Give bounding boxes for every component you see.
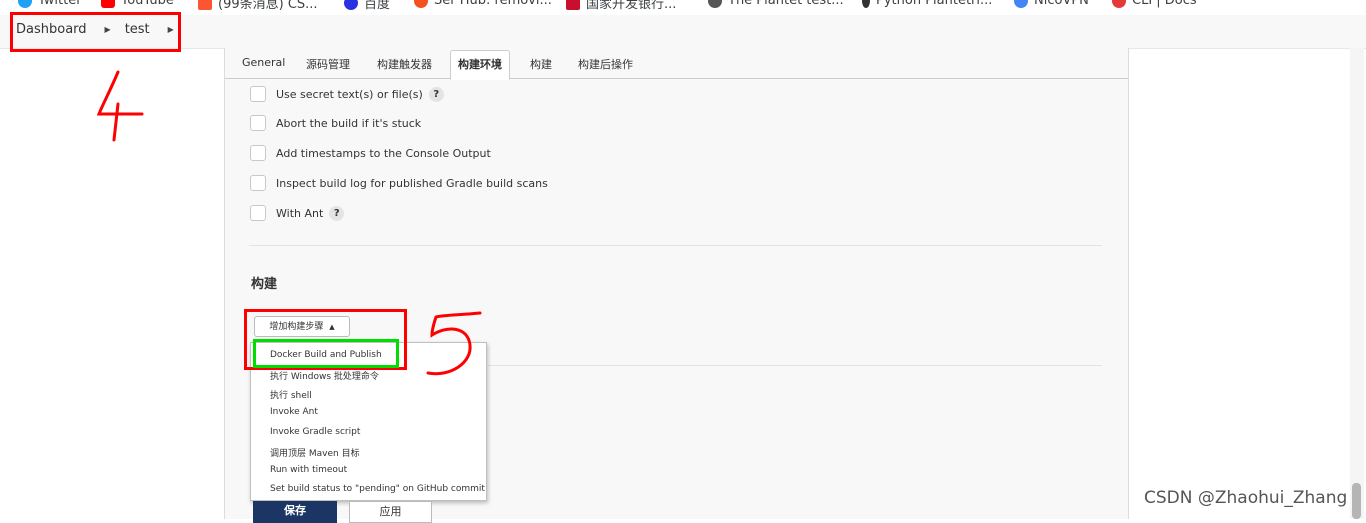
tab-bar: General 源码管理 构建触发器 构建环境 构建 构建后操作 (225, 48, 1128, 80)
option-label: Use secret text(s) or file(s) (276, 87, 423, 101)
docs-icon (1112, 0, 1126, 8)
checkbox[interactable] (250, 86, 266, 102)
section-divider (249, 245, 1102, 246)
option-label: Add timestamps to the Console Output (276, 146, 491, 160)
bookmark-serhub[interactable]: Ser Hub: removi... (414, 0, 552, 8)
option-timestamps: Add timestamps to the Console Output (250, 145, 491, 161)
python-icon (862, 0, 870, 8)
serhub-icon (414, 0, 428, 8)
apply-button[interactable]: 应用 (349, 501, 432, 523)
option-abort-stuck: Abort the build if it's stuck (250, 115, 421, 131)
checkbox[interactable] (250, 145, 266, 161)
twitter-icon (18, 0, 32, 8)
bookmark-cli-docs[interactable]: CLI | Docs (1112, 0, 1197, 8)
tab-general[interactable]: General (242, 56, 285, 69)
annotation-box-docker (253, 339, 399, 368)
menu-item-maven[interactable]: 调用顶层 Maven 目标 (270, 446, 360, 459)
help-icon[interactable]: ? (428, 86, 444, 102)
youtube-icon (101, 0, 115, 8)
tab-build-triggers[interactable]: 构建触发器 (377, 56, 432, 72)
help-icon[interactable]: ? (329, 205, 345, 221)
menu-item-windows-batch[interactable]: 执行 Windows 批处理命令 (270, 369, 379, 382)
baidu-icon (344, 0, 358, 10)
section-divider (488, 365, 1102, 366)
bookmark-twitter[interactable]: Twitter (18, 0, 82, 8)
build-section-title: 构建 (251, 277, 278, 292)
bookmark-youtube[interactable]: YouTube (101, 0, 174, 8)
menu-item-timeout[interactable]: Run with timeout (270, 465, 347, 475)
bookmark-nicovpn[interactable]: NicoVPN (1014, 0, 1089, 8)
menu-item-github-status[interactable]: Set build status to "pending" on GitHub … (270, 484, 485, 494)
scrollbar-track[interactable] (1350, 48, 1364, 519)
option-label: Abort the build if it's stuck (276, 116, 422, 130)
bookmark-plantet[interactable]: The Plantet test... (708, 0, 844, 8)
tab-post-build[interactable]: 构建后操作 (578, 56, 633, 72)
scrollbar-thumb[interactable] (1352, 483, 1361, 519)
option-gradle-scans: Inspect build log for published Gradle b… (250, 175, 548, 191)
bookmark-baidu[interactable]: 百度 (344, 0, 390, 12)
annotation-number-5 (426, 311, 482, 376)
annotation-number-4 (96, 70, 144, 142)
checkbox[interactable] (250, 115, 266, 131)
option-label: With Ant (276, 206, 324, 220)
bookmark-cdb[interactable]: 国家开发银行... (566, 0, 676, 12)
csdn-icon (198, 0, 212, 10)
option-with-ant: With Ant ? (250, 205, 345, 221)
bookmark-python[interactable]: Python Plantetri... (862, 0, 992, 8)
checkbox[interactable] (250, 175, 266, 191)
tab-build-environment[interactable]: 构建环境 (450, 50, 510, 80)
tab-source-control[interactable]: 源码管理 (306, 56, 350, 72)
breadcrumb-bar (0, 15, 1366, 49)
option-label: Inspect build log for published Gradle b… (276, 176, 548, 190)
bank-icon (566, 0, 580, 10)
menu-item-shell[interactable]: 执行 shell (270, 388, 312, 401)
tab-build[interactable]: 构建 (530, 56, 552, 72)
menu-item-ant[interactable]: Invoke Ant (270, 407, 318, 417)
bookmark-csdn[interactable]: (99条消息) CS... (198, 0, 318, 12)
save-button[interactable]: 保存 (253, 501, 337, 523)
bookmarks-bar: Twitter YouTube (99条消息) CS... 百度 Ser Hub… (0, 0, 1366, 13)
annotation-box-breadcrumb (10, 12, 181, 52)
vpn-icon (1014, 0, 1028, 8)
menu-item-gradle[interactable]: Invoke Gradle script (270, 427, 360, 437)
option-secret-text: Use secret text(s) or file(s) ? (250, 86, 444, 102)
globe-icon (708, 0, 722, 8)
watermark: CSDN @Zhaohui_Zhang (1144, 488, 1348, 508)
checkbox[interactable] (250, 205, 266, 221)
